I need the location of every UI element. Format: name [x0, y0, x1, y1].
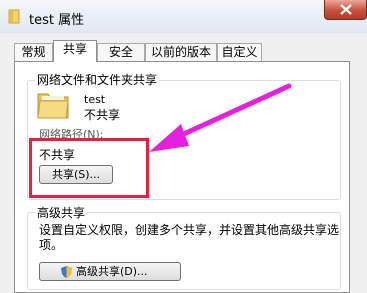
- annotation-arrow-icon: [149, 83, 292, 152]
- advanced-sharing-button[interactable]: 高级共享(D)...: [39, 262, 181, 281]
- tab-sharing[interactable]: 共享: [53, 40, 97, 62]
- shared-folder-icon: [37, 93, 69, 119]
- close-icon: [340, 4, 352, 15]
- folder-icon: [8, 9, 20, 24]
- tab-customize[interactable]: 自定义: [217, 43, 262, 61]
- tab-general[interactable]: 常规: [14, 43, 53, 61]
- close-button[interactable]: [324, 0, 367, 20]
- shared-item-state: 不共享: [84, 108, 121, 122]
- shield-icon: [61, 266, 72, 278]
- title-bar: test 属性: [0, 0, 367, 34]
- shared-item-name: test: [84, 93, 106, 106]
- advanced-sharing-label: 高级共享: [35, 204, 88, 221]
- advanced-sharing-description: 设置自定义权限，创建多个共享，并设置其他高级共享选项。: [39, 223, 340, 252]
- advanced-sharing-button-label: 高级共享(D)...: [76, 265, 148, 278]
- tab-security[interactable]: 安全: [97, 43, 145, 61]
- network-sharing-label: 网络文件和文件夹共享: [35, 71, 160, 88]
- highlight-box: [29, 138, 149, 198]
- tab-previous-versions[interactable]: 以前的版本: [145, 43, 217, 61]
- window-title: test 属性: [29, 13, 85, 28]
